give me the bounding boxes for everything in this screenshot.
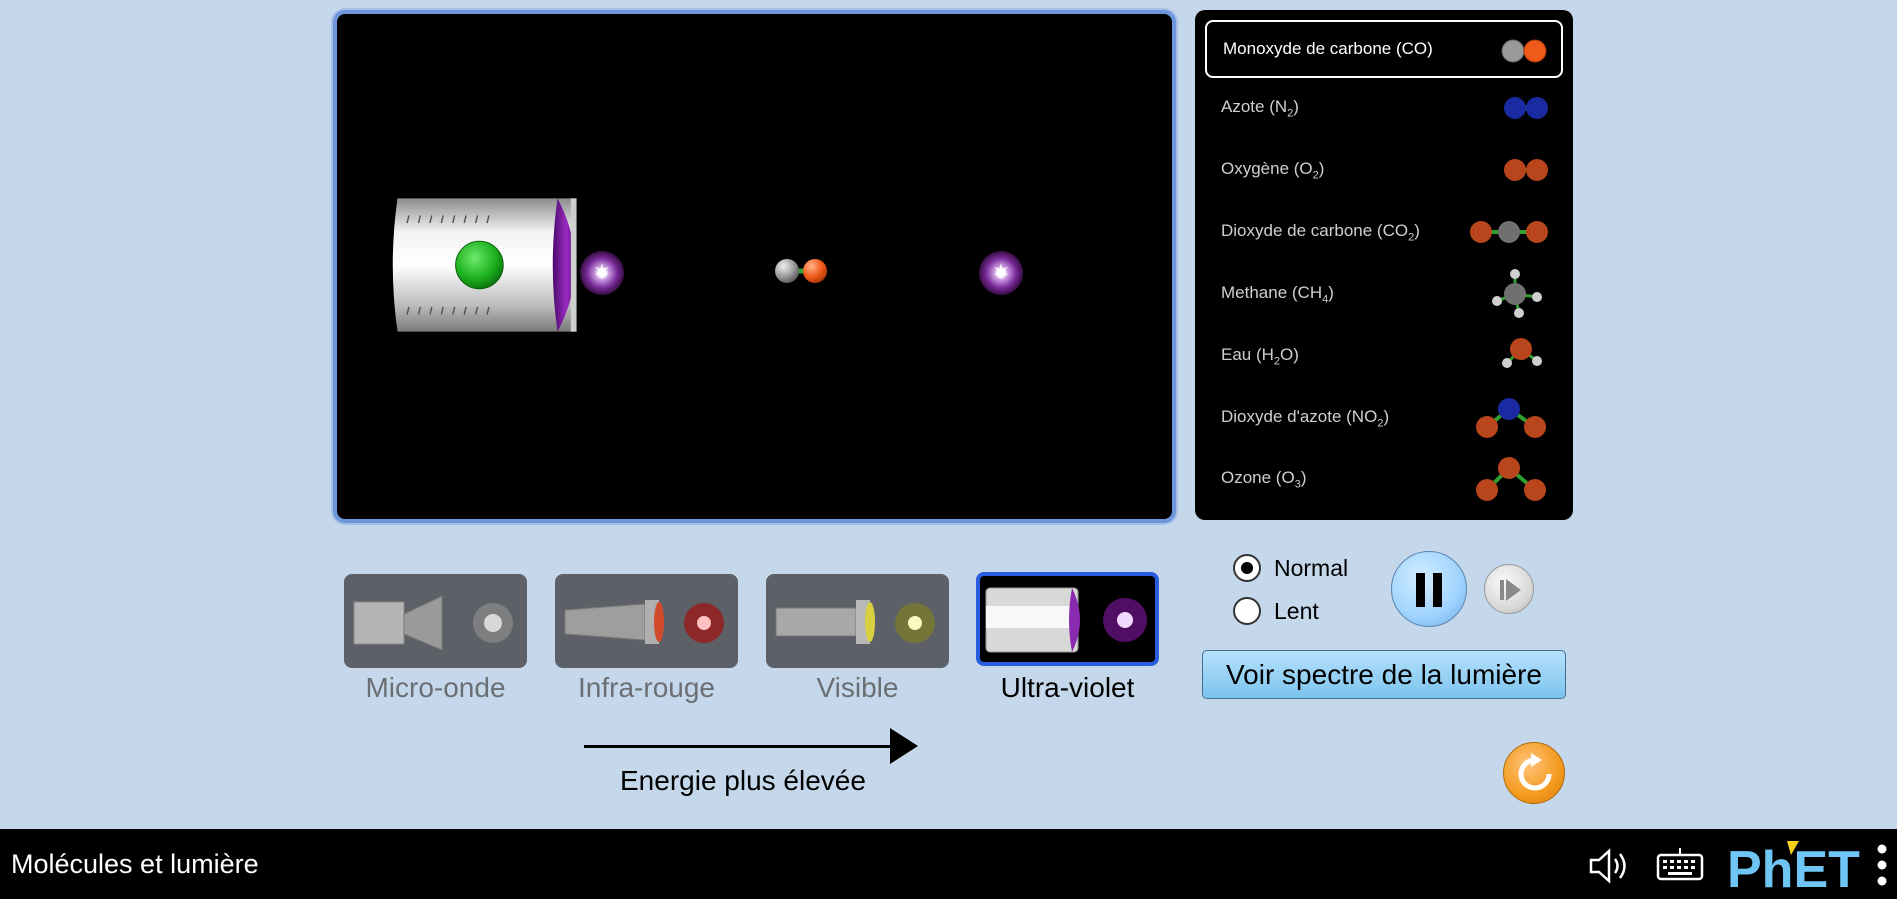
no2-molecule-icon <box>1476 398 1546 438</box>
molecule-option-no2[interactable]: Dioxyde d'azote (NO2) <box>1205 389 1563 447</box>
uv-lamp-icon <box>392 198 577 332</box>
pause-button[interactable] <box>1391 551 1467 627</box>
keyboard-icon[interactable] <box>1656 846 1704 884</box>
reset-icon <box>1518 753 1552 791</box>
step-forward-icon <box>1500 579 1521 601</box>
molecule-option-co[interactable]: Monoxyde de carbone (CO) <box>1205 20 1563 78</box>
uv-photon <box>979 251 1023 295</box>
speed-normal-radio[interactable] <box>1233 554 1261 582</box>
carbon-monoxide-molecule <box>775 259 827 283</box>
molecule-option-n2[interactable]: Azote (N2) <box>1205 79 1563 137</box>
molecule-label: Dioxyde de carbone (CO2) <box>1221 220 1420 244</box>
step-forward-button[interactable] <box>1484 564 1534 614</box>
simulation-play-area <box>333 10 1176 523</box>
molecule-option-h2o[interactable]: Eau (H2O) <box>1205 327 1563 385</box>
sim-title: Molécules et lumière <box>11 849 259 879</box>
visible-emitter-icon <box>775 600 935 644</box>
source-label-infrared: Infra-rouge <box>578 672 715 703</box>
co2-molecule-icon <box>1470 221 1548 243</box>
ultraviolet-emitter-icon <box>985 587 1147 653</box>
phet-logo[interactable]: PhET <box>1727 837 1865 893</box>
n2-molecule-icon <box>1504 97 1548 119</box>
pause-icon <box>1433 573 1442 607</box>
source-label-microwave: Micro-onde <box>365 672 506 703</box>
molecule-option-ch4[interactable]: Methane (CH4) <box>1205 265 1563 323</box>
molecule-label: Methane (CH4) <box>1221 282 1334 306</box>
molecule-label: Ozone (O3) <box>1221 467 1307 491</box>
ch4-molecule-icon <box>1492 269 1542 318</box>
microwave-emitter-icon <box>353 595 513 651</box>
molecule-label: Monoxyde de carbone (CO) <box>1223 39 1433 58</box>
speed-slow-label: Lent <box>1274 598 1319 624</box>
molecule-option-co2[interactable]: Dioxyde de carbone (CO2) <box>1205 203 1563 261</box>
source-label-visible: Visible <box>816 672 899 703</box>
source-visible[interactable] <box>766 574 949 668</box>
navigation-bar: Molécules et lumière PhET <box>0 829 1897 899</box>
molecule-option-o2[interactable]: Oxygène (O2) <box>1205 141 1563 199</box>
molecule-option-o3[interactable]: Ozone (O3) <box>1205 450 1563 508</box>
view-light-spectrum-button[interactable]: Voir spectre de la lumière <box>1202 650 1566 699</box>
source-microwave[interactable] <box>344 574 527 668</box>
speed-normal-label: Normal <box>1274 555 1349 581</box>
uv-photon <box>580 251 624 295</box>
reset-all-button[interactable] <box>1503 742 1565 804</box>
source-label-ultraviolet: Ultra-violet <box>1000 672 1135 703</box>
o2-molecule-icon <box>1504 159 1548 181</box>
molecule-label: Eau (H2O) <box>1221 344 1299 368</box>
infrared-emitter-icon <box>564 600 724 644</box>
source-infrared[interactable] <box>555 574 738 668</box>
h2o-molecule-icon <box>1502 338 1542 368</box>
sound-icon[interactable] <box>1588 848 1634 884</box>
pause-icon <box>1416 573 1425 607</box>
molecule-label: Dioxyde d'azote (NO2) <box>1221 406 1390 430</box>
molecule-label: Oxygène (O2) <box>1221 158 1325 182</box>
speed-slow-radio[interactable] <box>1233 597 1261 625</box>
co-molecule-icon <box>1501 39 1547 63</box>
energy-arrow-head <box>890 728 918 764</box>
energy-label: Energie plus élevée <box>620 765 866 796</box>
source-ultraviolet[interactable] <box>976 572 1159 666</box>
more-options-icon[interactable] <box>1876 843 1888 887</box>
molecule-selector-panel: Monoxyde de carbone (CO) Azote (N2) Oxyg… <box>1195 10 1573 520</box>
molecule-label: Azote (N2) <box>1221 96 1299 120</box>
observation-window <box>342 19 1167 514</box>
energy-arrow-line <box>584 745 894 748</box>
o3-molecule-icon <box>1476 457 1546 501</box>
